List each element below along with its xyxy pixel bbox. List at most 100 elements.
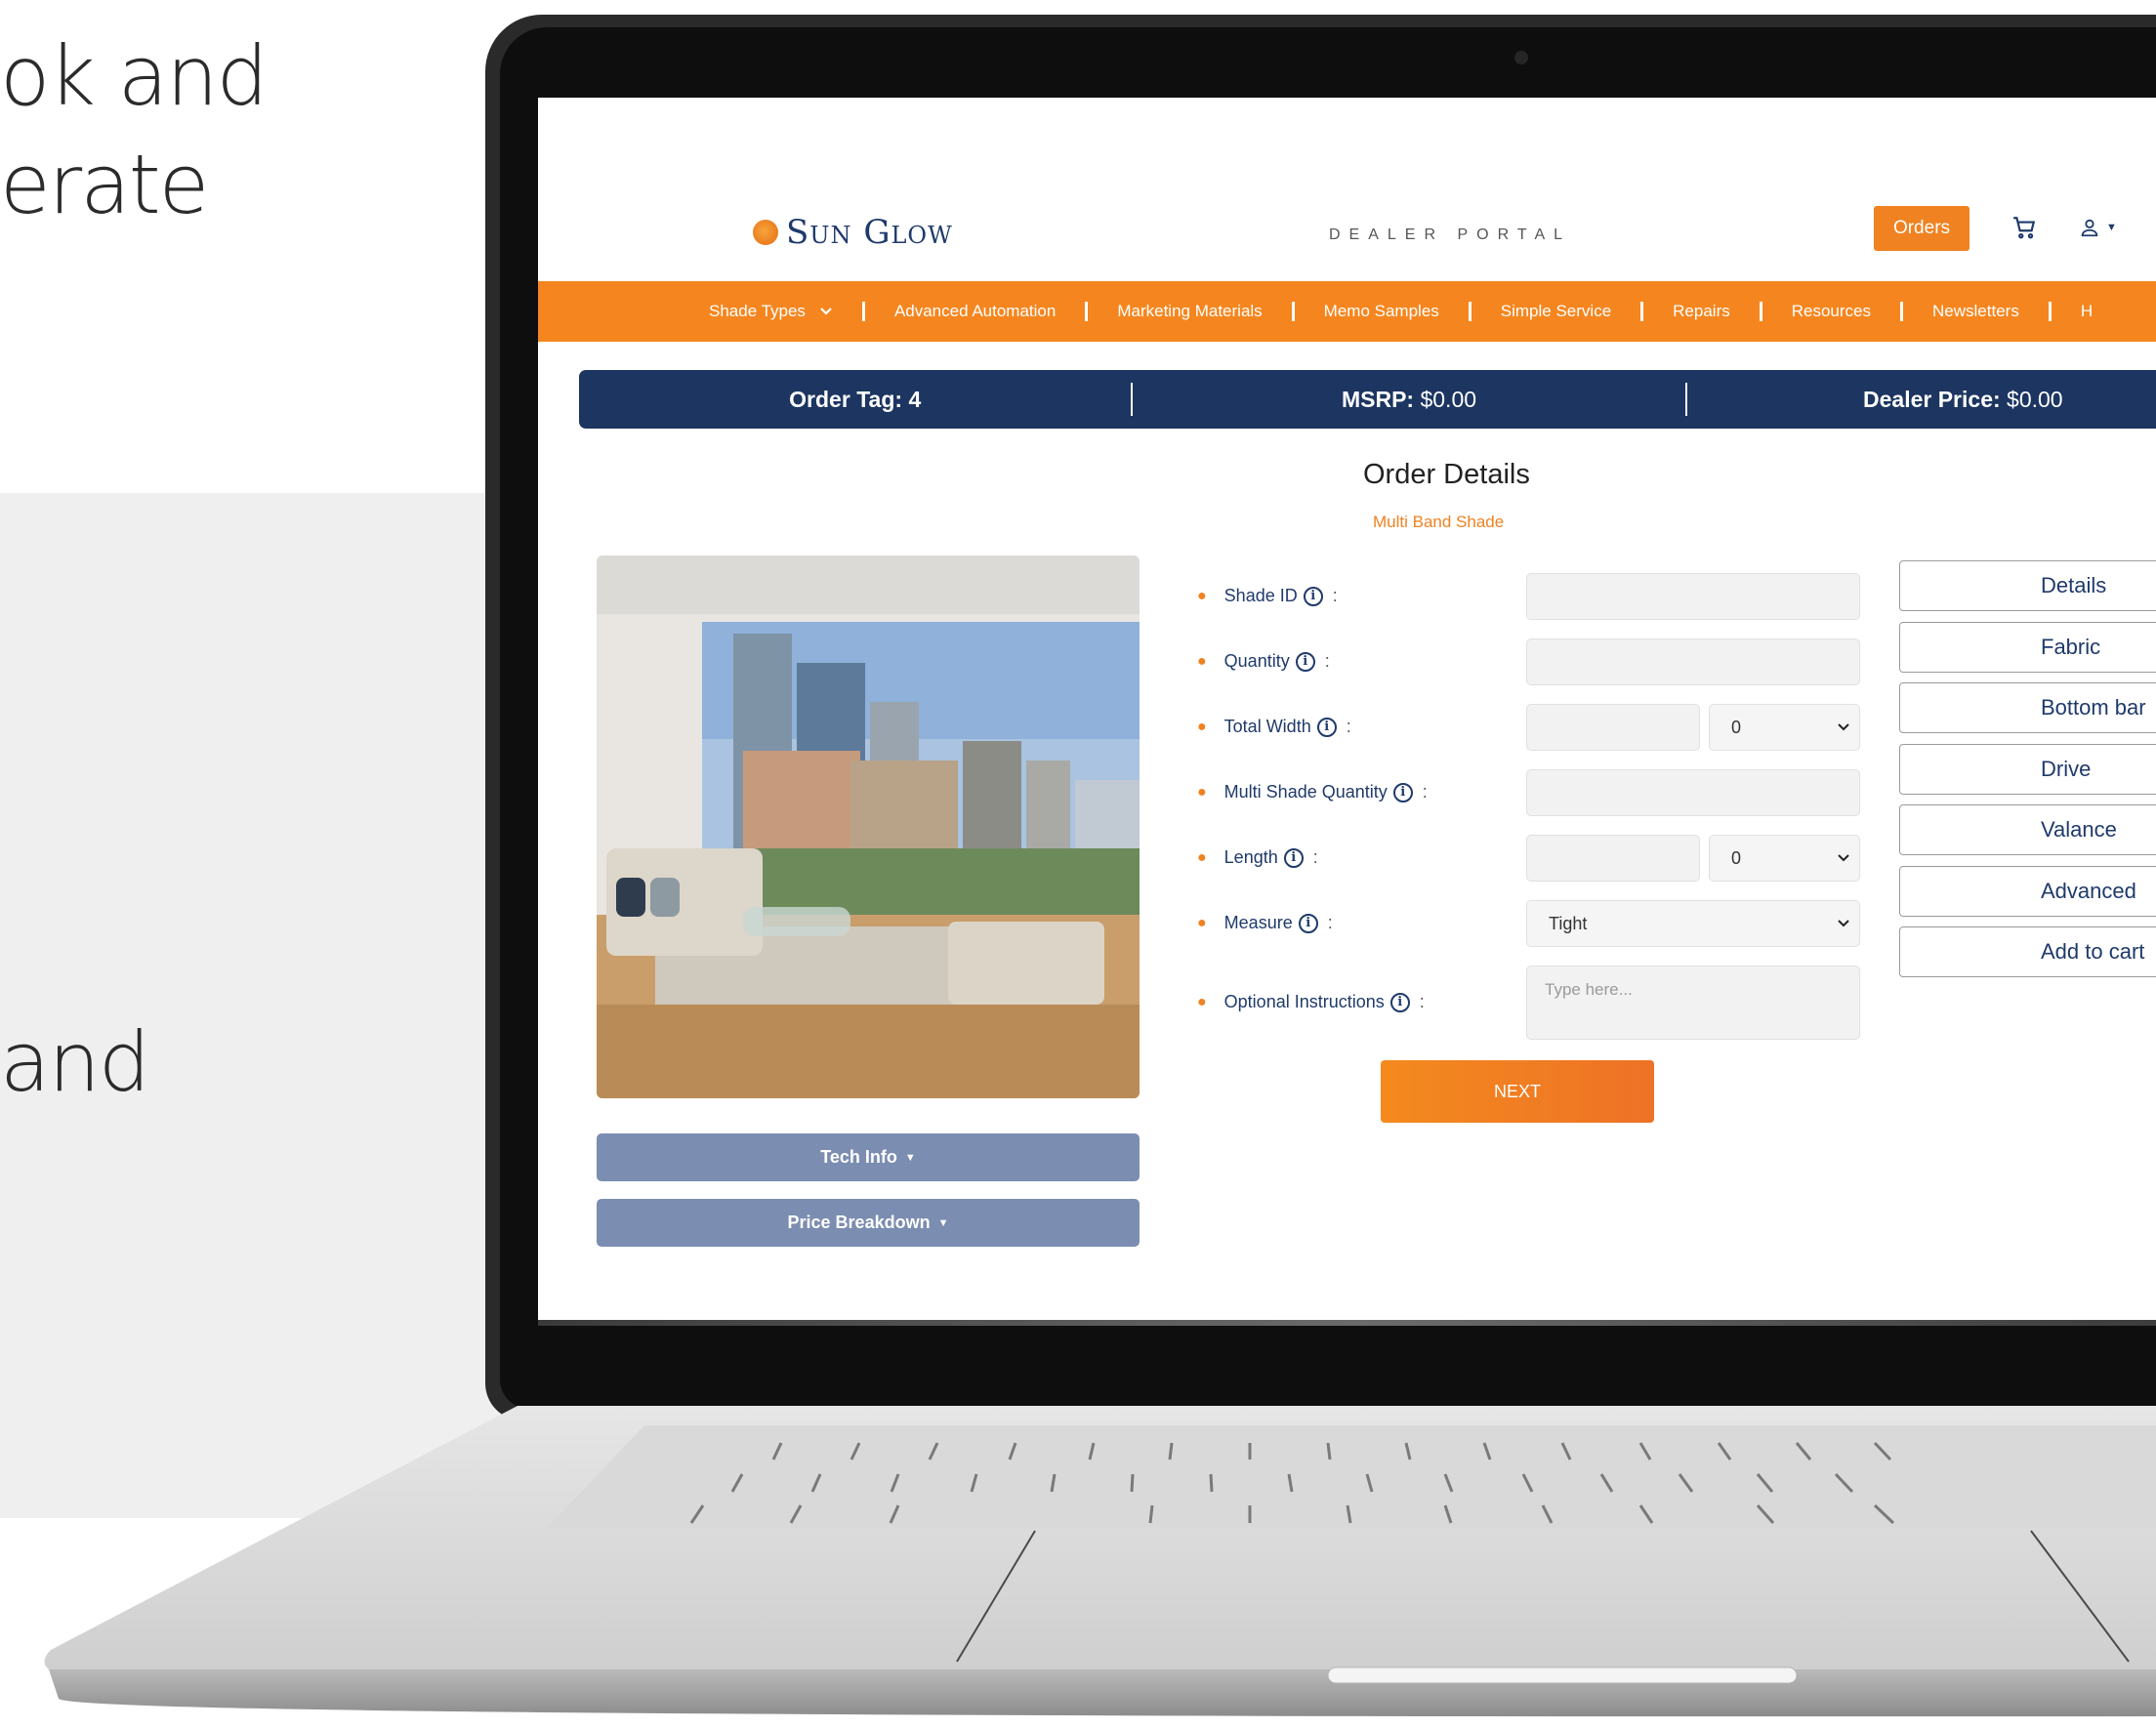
price-breakdown-accordion[interactable]: Price Breakdown ▼: [597, 1199, 1140, 1247]
chevron-down-icon: [820, 308, 832, 315]
msrp: MSRP: $0.00: [1133, 387, 1684, 413]
nav-divider: [2048, 302, 2052, 321]
bullet-icon: ●: [1197, 993, 1207, 1010]
screen-bottom-edge: [538, 1320, 2156, 1326]
optional-instructions-text: Optional Instructions: [1223, 992, 1385, 1011]
quantity-input[interactable]: [1526, 638, 1860, 685]
total-width-text: Total Width: [1223, 717, 1311, 736]
nav-divider: [1085, 302, 1089, 321]
measure-select[interactable]: Tight: [1526, 900, 1860, 947]
orders-button[interactable]: Orders: [1874, 206, 1969, 251]
info-icon[interactable]: i: [1389, 992, 1410, 1012]
next-button[interactable]: NEXT: [1381, 1060, 1654, 1123]
nav-item-simple-service[interactable]: Simple Service: [1501, 302, 1611, 321]
msrp-value: $0.00: [1420, 386, 1477, 412]
portal-label: DEALER PORTAL: [1329, 226, 1572, 243]
instructions-placeholder: Type here...: [1545, 980, 1633, 999]
price-breakdown-label: Price Breakdown: [787, 1213, 931, 1232]
tech-info-label: Tech Info: [820, 1147, 897, 1167]
step-advanced-button[interactable]: Advanced: [1899, 866, 2156, 917]
caret-down-icon: ▼: [2106, 222, 2117, 233]
marketing-panel: [0, 493, 508, 1518]
bullet-icon: ●: [1197, 783, 1207, 801]
info-icon[interactable]: i: [1295, 651, 1315, 672]
caret-down-icon: ▼: [904, 1151, 916, 1164]
bullet-icon: ●: [1197, 914, 1207, 931]
order-summary-bar: Order Tag: 4 MSRP: $0.00 Dealer Price: $…: [579, 370, 2156, 429]
add-to-cart-button[interactable]: Add to cart: [1899, 926, 2156, 977]
total-width-input[interactable]: [1526, 704, 1700, 751]
dealer-price: Dealer Price: $0.00: [1687, 387, 2156, 413]
nav-divider: [861, 302, 865, 321]
nav-divider: [1759, 302, 1762, 321]
page-title: Order Details: [1363, 459, 1530, 490]
nav-item-shade-types[interactable]: Shade Types: [709, 302, 833, 321]
step-drive-button[interactable]: Drive: [1899, 744, 2156, 795]
optional-instructions-label: ● Optional Instructions i :: [1197, 992, 1425, 1012]
brand-name: Sun Glow: [786, 213, 953, 252]
main-nav: Shade Types Advanced Automation Marketin…: [538, 281, 2156, 342]
bullet-icon: ●: [1197, 848, 1207, 866]
label-colon: :: [1419, 992, 1425, 1011]
chevron-down-icon: [1838, 854, 1849, 862]
brand-logo[interactable]: Sun Glow: [753, 213, 953, 252]
length-fraction-value: 0: [1731, 847, 1742, 868]
total-width-label: ● Total Width i :: [1197, 717, 1351, 737]
tech-info-accordion[interactable]: Tech Info ▼: [597, 1133, 1140, 1181]
laptop-base: [44, 1406, 2156, 1717]
info-icon[interactable]: i: [1303, 586, 1323, 606]
nav-divider: [1900, 302, 1904, 321]
nav-item-label: Shade Types: [709, 302, 806, 320]
order-tag-label: Order Tag:: [789, 386, 903, 412]
step-fabric-button[interactable]: Fabric: [1899, 622, 2156, 673]
info-icon[interactable]: i: [1392, 782, 1413, 802]
hero-line-3: and: [0, 1014, 150, 1110]
shade-id-label: ● Shade ID i :: [1197, 586, 1338, 606]
cart-icon[interactable]: [2011, 215, 2037, 245]
total-width-fraction-value: 0: [1731, 717, 1742, 737]
nav-divider: [1468, 302, 1472, 321]
hero-line-1: ok and: [0, 28, 269, 124]
nav-divider: [1640, 302, 1644, 321]
label-colon: :: [1327, 913, 1333, 932]
step-details-button[interactable]: Details: [1899, 560, 2156, 611]
info-icon[interactable]: i: [1316, 717, 1337, 737]
user-icon: [2081, 219, 2098, 237]
optional-instructions-textarea[interactable]: Type here...: [1526, 966, 1860, 1040]
nav-item-advanced-automation[interactable]: Advanced Automation: [894, 302, 1056, 321]
measure-label: ● Measure i :: [1197, 913, 1333, 933]
step-valance-button[interactable]: Valance: [1899, 804, 2156, 855]
order-tag: Order Tag: 4: [579, 387, 1131, 413]
measure-value: Tight: [1549, 913, 1588, 933]
nav-item-marketing-materials[interactable]: Marketing Materials: [1117, 302, 1262, 321]
nav-item-truncated[interactable]: H: [2081, 302, 2093, 321]
shade-id-input[interactable]: [1526, 573, 1860, 620]
total-width-fraction-select[interactable]: 0: [1709, 704, 1860, 751]
user-menu[interactable]: ▼: [2079, 217, 2117, 238]
length-input[interactable]: [1526, 835, 1700, 882]
multi-shade-quantity-input[interactable]: [1526, 769, 1860, 816]
length-fraction-select[interactable]: 0: [1709, 835, 1860, 882]
measure-text: Measure: [1223, 913, 1293, 932]
info-icon[interactable]: i: [1283, 847, 1304, 868]
shade-id-text: Shade ID: [1223, 586, 1298, 605]
product-photo: [597, 555, 1140, 1098]
nav-item-memo-samples[interactable]: Memo Samples: [1324, 302, 1439, 321]
product-subtitle: Multi Band Shade: [1373, 513, 1505, 531]
nav-item-resources[interactable]: Resources: [1792, 302, 1871, 321]
dealer-price-label: Dealer Price:: [1863, 386, 2001, 412]
label-colon: :: [1346, 717, 1351, 736]
length-text: Length: [1223, 847, 1278, 867]
msrp-label: MSRP:: [1341, 386, 1415, 412]
info-icon[interactable]: i: [1298, 913, 1318, 933]
step-bottom-bar-button[interactable]: Bottom bar: [1899, 682, 2156, 733]
hero-line-2: erate: [0, 137, 209, 232]
label-colon: :: [1332, 586, 1338, 605]
nav-item-repairs[interactable]: Repairs: [1673, 302, 1730, 321]
bullet-icon: ●: [1197, 652, 1207, 670]
sun-logo-icon: [753, 220, 778, 245]
nav-item-newsletters[interactable]: Newsletters: [1932, 302, 2019, 321]
multi-shade-quantity-text: Multi Shade Quantity: [1223, 782, 1388, 802]
order-tag-value: 4: [908, 386, 922, 412]
chevron-down-icon: [1838, 723, 1849, 731]
